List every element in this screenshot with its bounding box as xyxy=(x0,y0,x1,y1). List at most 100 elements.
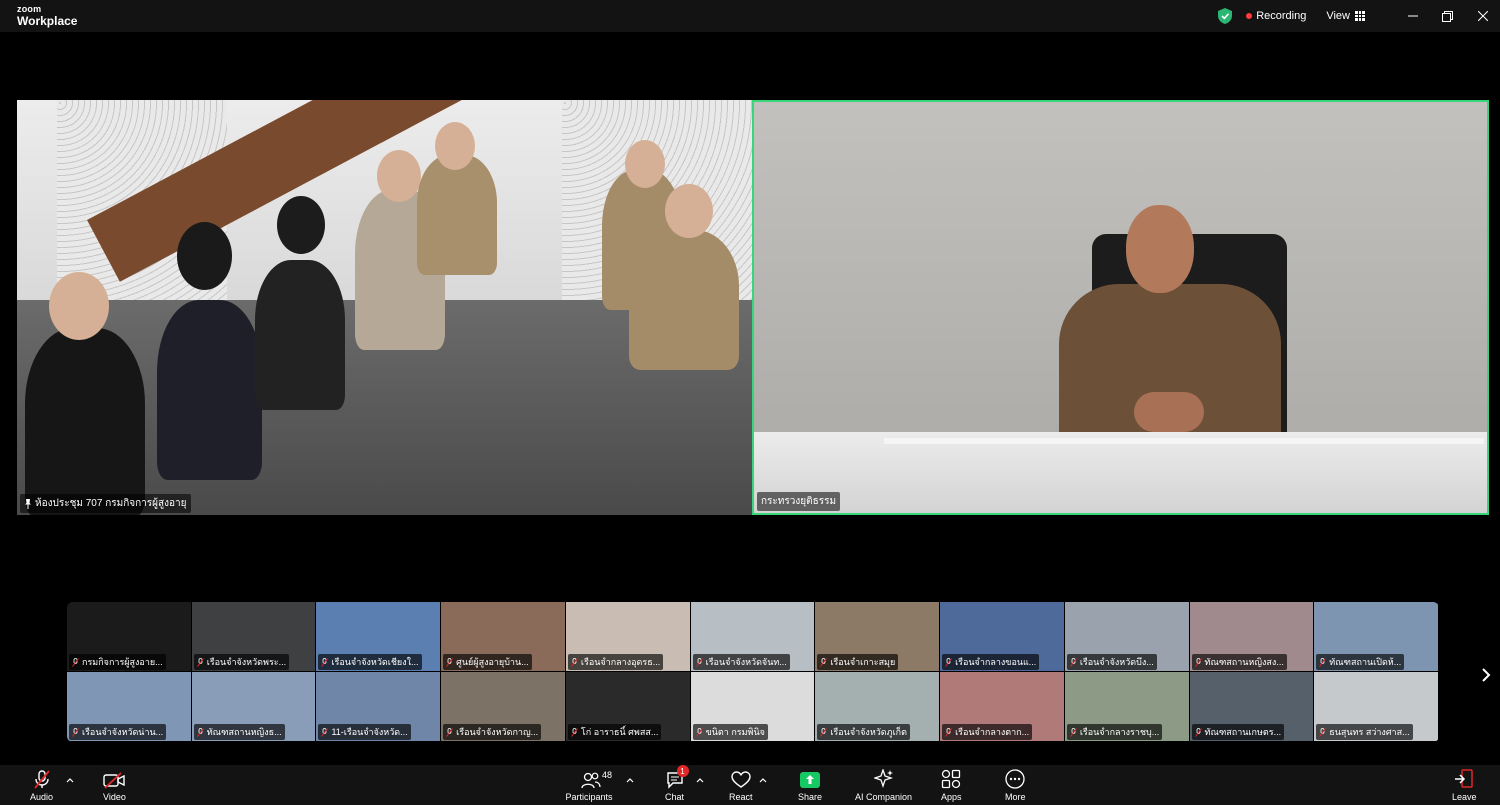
ai-companion-button[interactable]: AI Companion xyxy=(855,769,912,802)
share-screen-icon xyxy=(800,772,821,788)
participant-head xyxy=(625,140,665,188)
microphone-muted-icon xyxy=(820,727,828,737)
ai-companion-label: AI Companion xyxy=(855,792,913,802)
gallery-tile[interactable]: ขนิตา กรมพินิจ xyxy=(690,672,815,741)
video-button[interactable]: Video xyxy=(103,769,126,802)
video-label: Video xyxy=(103,792,126,802)
microphone-muted-icon xyxy=(1069,657,1077,667)
camera-off-icon xyxy=(103,772,126,789)
microphone-muted-icon xyxy=(571,727,578,737)
participants-options-caret-icon[interactable] xyxy=(626,777,634,783)
more-button[interactable]: More xyxy=(1005,769,1026,802)
gallery-tile[interactable]: ทัณฑสถานเปิดห้... xyxy=(1314,602,1438,671)
gallery-tile-label: เรือนจำจังหวัดจันท... xyxy=(692,654,790,670)
view-button[interactable]: View xyxy=(1326,10,1365,22)
gallery-tile[interactable]: 11-เรือนจำจังหวัด... xyxy=(316,672,441,741)
security-shield-icon[interactable] xyxy=(1218,8,1233,24)
gallery-tile-name: เรือนจำจังหวัดกาญ... xyxy=(456,727,539,737)
recording-indicator[interactable]: Recording xyxy=(1246,10,1306,22)
participant-head xyxy=(49,272,109,340)
gallery-tile[interactable]: เรือนจำจังหวัดเชียงใ... xyxy=(316,602,441,671)
gallery-tile-name: เรือนจำกลางตาก... xyxy=(955,727,1030,737)
microphone-muted-icon xyxy=(945,727,952,737)
microphone-muted-icon xyxy=(72,727,79,737)
more-dots-icon xyxy=(1005,769,1025,789)
gallery-tile[interactable]: เรือนจำจังหวัดกาญ... xyxy=(441,672,565,741)
view-label: View xyxy=(1326,10,1350,22)
close-button[interactable] xyxy=(1465,0,1500,32)
gallery-tile-label: ทัณฑสถานหญิงสง... xyxy=(1191,654,1287,670)
gallery-tile[interactable]: เรือนจำกลางอุดรธ... xyxy=(565,602,690,671)
gallery-tile-name: เรือนจำจังหวัดบึง... xyxy=(1079,657,1154,667)
gallery-tile-label: 11-เรือนจำจังหวัด... xyxy=(318,724,411,740)
minimize-button[interactable] xyxy=(1395,0,1430,32)
chat-button[interactable]: 1 Chat xyxy=(665,765,689,802)
share-button[interactable]: Share xyxy=(798,769,822,802)
gallery-tile[interactable]: ธนสุนทร สว่างศาส... xyxy=(1314,672,1438,741)
leave-button[interactable]: Leave xyxy=(1452,769,1477,802)
gallery-tile[interactable]: โก่ อาราธนิ์ ศพสส... xyxy=(565,672,690,741)
video-tile-meeting-room[interactable]: ห้องประชุม 707 กรมกิจการผู้สูงอายุ xyxy=(17,100,752,515)
logo-bottom: Workplace xyxy=(17,14,78,28)
participant-head xyxy=(277,196,325,254)
participants-count: 48 xyxy=(602,770,613,780)
gallery-tile[interactable]: เรือนจำจังหวัดภูเก็ต xyxy=(815,672,940,741)
recording-dot-icon xyxy=(1246,13,1253,19)
zoom-logo: zoom Workplace xyxy=(17,4,78,28)
gallery-tile-name: กรมกิจการผู้สูงอาย... xyxy=(82,657,163,667)
gallery-tile[interactable]: ทัณฑสถานหญิงสง... xyxy=(1189,602,1314,671)
gallery-tile[interactable]: เรือนจำกลางราชบุ... xyxy=(1064,672,1189,741)
apps-grid-icon xyxy=(942,769,961,789)
minimize-icon xyxy=(1407,15,1418,17)
video-name: ห้องประชุม 707 กรมกิจการผู้สูงอายุ xyxy=(35,498,187,509)
gallery-tile-name: เรือนจำจังหวัดภูเก็ต xyxy=(830,727,907,737)
gallery-tile[interactable]: เรือนจำจังหวัดน่าน... xyxy=(67,672,191,741)
gallery-tile[interactable]: ทัณฑสถานหญิงธ... xyxy=(191,672,316,741)
gallery-tile[interactable]: เรือนจำเกาะสมุย xyxy=(815,602,940,671)
chat-unread-badge: 1 xyxy=(676,765,689,777)
participant-figure xyxy=(417,155,497,275)
gallery-tile[interactable]: เรือนจำจังหวัดจันท... xyxy=(690,602,815,671)
gallery-tile-label: เรือนจำเกาะสมุย xyxy=(817,654,899,670)
gallery-tile[interactable]: ทัณฑสถานเกษตร... xyxy=(1189,672,1314,741)
video-name-label: ห้องประชุม 707 กรมกิจการผู้สูงอายุ xyxy=(20,494,191,513)
react-label: React xyxy=(729,792,753,802)
share-label: Share xyxy=(798,792,823,802)
logo-top: zoom xyxy=(17,4,42,14)
desk-edge xyxy=(884,438,1484,444)
recording-label: Recording xyxy=(1256,10,1307,22)
gallery-tile[interactable]: เรือนจำจังหวัดบึง... xyxy=(1064,602,1189,671)
audio-button[interactable]: Audio xyxy=(30,769,53,802)
gallery-tile-name: เรือนจำกลางขอนแ... xyxy=(955,657,1037,667)
participant-head xyxy=(177,222,232,290)
gallery-tile[interactable]: เรือนจำกลางขอนแ... xyxy=(940,602,1064,671)
microphone-muted-icon xyxy=(1194,657,1202,667)
meeting-toolbar: Audio Video 48 Participants 1 Chat React… xyxy=(0,765,1500,805)
gallery-tile-label: เรือนจำจังหวัดพระ... xyxy=(193,654,290,670)
video-tile-active-speaker[interactable]: กระทรวงยุติธรรม xyxy=(752,100,1489,515)
react-options-caret-icon[interactable] xyxy=(759,777,767,783)
gallery-tile-name: ทัณฑสถานเกษตร... xyxy=(1204,727,1282,737)
participant-head xyxy=(435,122,475,170)
gallery-tile[interactable]: เรือนจำกลางตาก... xyxy=(940,672,1064,741)
gallery-tile[interactable]: เรือนจำจังหวัดพระ... xyxy=(191,602,316,671)
microphone-muted-icon xyxy=(695,727,703,737)
gallery-tile-label: ธนสุนทร สว่างศาส... xyxy=(1316,724,1413,740)
restore-button[interactable] xyxy=(1430,0,1465,32)
participants-button[interactable]: 48 Participants xyxy=(565,769,613,802)
apps-button[interactable]: Apps xyxy=(941,769,962,802)
gallery-tile-label: โก่ อาราธนิ์ ศพสส... xyxy=(567,724,662,740)
sparkle-icon xyxy=(873,769,893,789)
react-button[interactable]: React xyxy=(729,769,753,802)
gallery-tile[interactable]: กรมกิจการผู้สูงอาย... xyxy=(67,602,191,671)
gallery-tile-name: เรือนจำกลางราชบุ... xyxy=(1079,727,1160,737)
participant-figure xyxy=(255,260,345,410)
audio-options-caret-icon[interactable] xyxy=(66,777,74,783)
gallery-next-arrow-icon[interactable] xyxy=(1478,664,1494,686)
microphone-muted-icon xyxy=(321,657,329,667)
gallery-tile-name: เรือนจำจังหวัดจันท... xyxy=(705,657,787,667)
gallery-tile[interactable]: ศูนย์ผู้สูงอายุบ้าน... xyxy=(441,602,565,671)
gallery-tile-label: ทัณฑสถานหญิงธ... xyxy=(193,724,285,740)
chat-options-caret-icon[interactable] xyxy=(696,777,704,783)
leave-label: Leave xyxy=(1452,792,1477,802)
